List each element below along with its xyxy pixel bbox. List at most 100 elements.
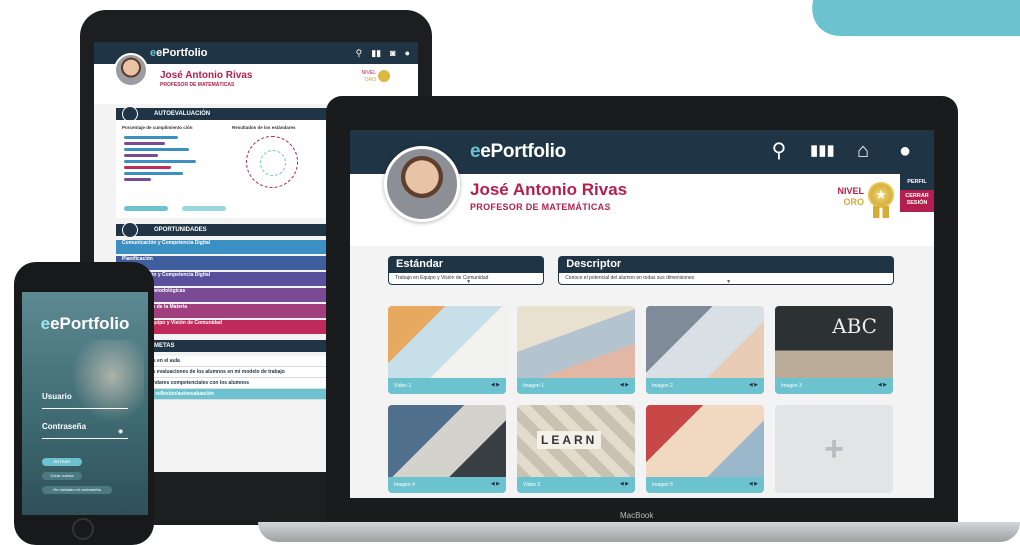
evidence-card[interactable]: Imagen 5 [646, 405, 764, 493]
tablet-profile-name: José Antonio Rivas [160, 70, 253, 81]
card-label: Imagen 3 [775, 378, 893, 394]
standard-field[interactable]: Estándar Trabajo en Equipo y Visión de C… [388, 256, 545, 285]
chevron-down-icon: ▼ [466, 279, 472, 285]
card-label: Vídeo 2 [517, 477, 635, 493]
compliance-bar [124, 154, 159, 157]
evidence-card[interactable]: Imagen 4 [388, 405, 506, 493]
standard-field-value-box[interactable]: Trabajo en Equipo y Visión de Comunidad ▼ [388, 272, 545, 285]
search-icon[interactable]: ⚲ [768, 138, 790, 164]
phone-home-button[interactable] [72, 518, 94, 540]
card-label: Vídeo 1 [388, 378, 506, 394]
add-evidence-button[interactable]: + [775, 405, 893, 493]
evidence-card[interactable]: ABC Imagen 3 [775, 306, 893, 394]
goals-title: METAS [154, 343, 175, 349]
avatar [114, 53, 148, 87]
app-logo-text: ePortfolio [480, 141, 566, 162]
standards-subtitle: Resultados de los estándares [232, 125, 296, 130]
avatar [384, 146, 460, 222]
password-label: Contraseña [42, 422, 87, 431]
password-field[interactable] [42, 438, 128, 439]
compliance-bar [124, 166, 171, 169]
card-label: Imagen 1 [517, 378, 635, 394]
user-icon[interactable]: ● [405, 48, 410, 59]
evidence-card[interactable]: Imagen 1 [517, 306, 635, 394]
standard-field-value: Trabajo en Equipo y Visión de Comunidad [395, 275, 489, 281]
app-logo[interactable]: eePortfolio [470, 141, 566, 163]
compliance-bar [124, 148, 189, 151]
username-label: Usuario [42, 392, 72, 401]
search-icon[interactable]: ⚲ [356, 48, 363, 59]
compliance-bar [124, 178, 151, 181]
self-eval-title: AUTOEVALUACIÓN [154, 111, 211, 117]
stats-icon[interactable]: ▮▮▮ [810, 138, 835, 164]
create-account-button[interactable]: Crear cuenta [42, 472, 82, 480]
compliance-bar [124, 172, 184, 175]
tablet-level-value: ORO [364, 77, 376, 83]
image-thumbnail [517, 306, 635, 378]
descriptor-field-value: Conoce el potencial del alumno en todas … [565, 275, 695, 281]
medal-ribbon-icon [873, 206, 889, 218]
compliance-bar [124, 160, 196, 163]
decorative-teal-shape [801, 0, 1020, 36]
profile-name: José Antonio Rivas [470, 180, 628, 199]
medal-icon: ★ [868, 182, 894, 208]
image-thumbnail [388, 405, 506, 477]
tablet-level: NIVEL ORO [362, 70, 376, 84]
video-thumbnail: LEARN [517, 405, 635, 477]
camera-icon[interactable]: ◙ [390, 48, 395, 59]
phone-status-bar [22, 292, 148, 300]
tablet-level-label: NIVEL [361, 70, 376, 76]
phone-logo-text: ePortfolio [50, 314, 130, 333]
profile-side-menu: PERFIL CERRAR SESIÓN [900, 174, 934, 212]
compliance-pill[interactable] [124, 206, 168, 211]
profile-menu-item[interactable]: PERFIL [900, 174, 934, 190]
level-badge: NIVEL ORO [837, 186, 864, 208]
medal-icon [378, 70, 390, 82]
image-thumbnail: ABC [775, 306, 893, 378]
tablet-logo[interactable]: eePortfolio [150, 47, 207, 59]
logout-menu-item[interactable]: CERRAR SESIÓN [900, 190, 934, 212]
home-icon[interactable]: ⌂ [852, 138, 874, 164]
laptop-base [258, 522, 1020, 542]
laptop-screen: eePortfolio ⚲ ▮▮▮ ⌂ ● José Antonio Rivas… [350, 130, 934, 498]
evidence-card[interactable]: Vídeo 1 [388, 306, 506, 394]
evidence-card[interactable]: Imagen 2 [646, 306, 764, 394]
people-icon [122, 222, 138, 238]
profile-panel: José Antonio Rivas PROFESOR DE MATEMÁTIC… [350, 146, 934, 246]
forgot-password-button[interactable]: He olvidado mi contraseña [42, 486, 112, 494]
evidence-gallery: Vídeo 1 Imagen 1 Imagen 2 ABC Imagen 3 Im… [388, 306, 894, 493]
filter-fields: Estándar Trabajo en Equipo y Visión de C… [388, 256, 894, 285]
stats-icon[interactable]: ▮▮ [371, 48, 381, 59]
standards-pill[interactable] [182, 206, 226, 211]
evidence-card[interactable]: LEARN Vídeo 2 [517, 405, 635, 493]
device-mockup-stage: eePortfolio ⚲ ▮▮ ◙ ● José Antonio Rivas … [0, 0, 1020, 545]
eye-icon[interactable]: ◉ [118, 428, 123, 435]
opportunities-title: OPORTUNIDADES [154, 227, 207, 233]
image-thumbnail [646, 306, 764, 378]
level-label: NIVEL [837, 186, 864, 196]
descriptor-field-value-box[interactable]: Conoce el potencial del alumno en todas … [558, 272, 894, 285]
tablet-profile-role: PROFESOR DE MATEMÁTICAS [160, 82, 235, 88]
username-field[interactable] [42, 408, 128, 409]
login-hero-image [64, 340, 144, 430]
tablet-header-icons: ⚲ ▮▮ ◙ ● [356, 48, 410, 59]
chevron-down-icon: ▼ [726, 279, 732, 285]
compliance-bar [124, 142, 165, 145]
descriptor-field-title: Descriptor [558, 256, 894, 272]
compliance-bar [124, 136, 178, 139]
tablet-logo-text: ePortfolio [156, 47, 208, 59]
descriptor-field[interactable]: Descriptor Conoce el potencial del alumn… [558, 256, 894, 285]
standards-radar-chart [246, 136, 298, 188]
opportunity-label: Comunicación y Competencia Digital [122, 240, 211, 246]
compliance-bar-chart [124, 136, 214, 184]
video-thumbnail [388, 306, 506, 378]
card-label: Imagen 4 [388, 477, 506, 493]
phone-logo: eePortfolio [40, 314, 130, 333]
chalkboard-text: ABC [832, 314, 877, 338]
card-label: Imagen 2 [646, 378, 764, 394]
login-button[interactable]: ENTRAR [42, 458, 82, 466]
user-icon[interactable]: ● [894, 138, 916, 164]
header-icons: ⚲ ▮▮▮ ⌂ ● [768, 138, 916, 164]
image-thumbnail [646, 405, 764, 477]
edit-pencil-icon[interactable]: ✎ [604, 202, 612, 213]
